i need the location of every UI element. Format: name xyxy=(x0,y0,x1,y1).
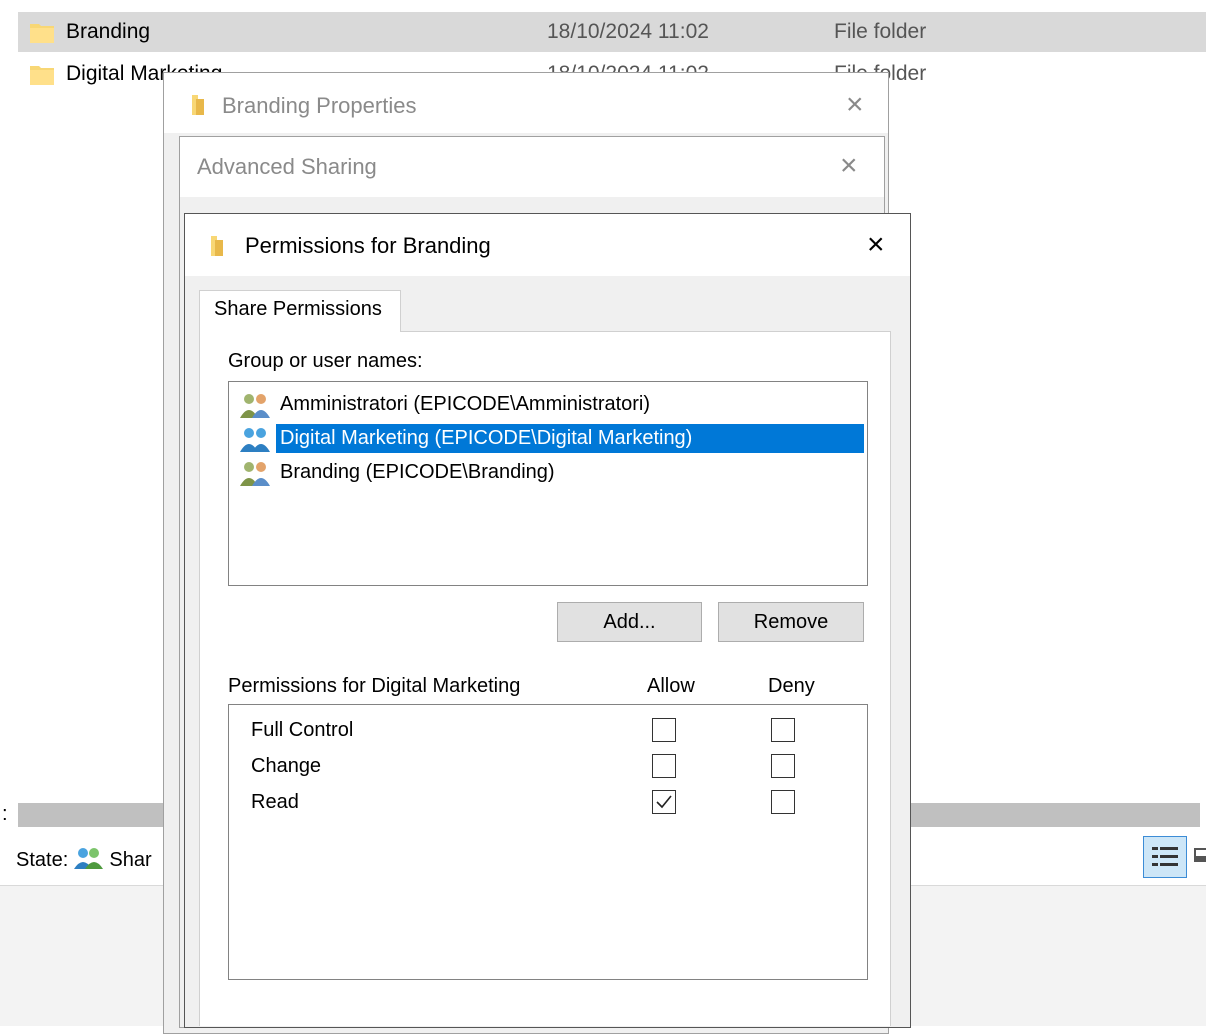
permission-label: Full Control xyxy=(251,719,354,741)
large-icons-view-icon xyxy=(1194,848,1206,862)
permissions-list: Full Control Change Read xyxy=(228,704,868,980)
group-label: Group or user names: xyxy=(228,350,423,372)
user-name: Amministratori (EPICODE\Amministratori) xyxy=(280,393,651,415)
checkmark-icon xyxy=(656,795,672,809)
folder-icon xyxy=(211,236,223,256)
close-button[interactable]: × xyxy=(840,151,858,181)
user-name: Branding (EPICODE\Branding) xyxy=(280,461,555,483)
colon-marker: : xyxy=(2,803,8,825)
status-bar: State: Shar xyxy=(16,847,152,872)
read-deny-checkbox[interactable] xyxy=(771,790,795,814)
details-view-icon xyxy=(1152,847,1178,866)
users-icon xyxy=(240,428,270,452)
change-allow-checkbox[interactable] xyxy=(652,754,676,778)
shared-users-icon xyxy=(73,848,103,869)
file-row-branding[interactable]: Branding 18/10/2024 11:02 File folder xyxy=(18,12,1206,52)
status-value: Shar xyxy=(109,849,152,871)
file-date: 18/10/2024 11:02 xyxy=(547,20,709,43)
add-button[interactable]: Add... xyxy=(557,602,702,642)
scrollbar-right[interactable] xyxy=(908,803,1200,827)
permissions-header: Permissions for Digital Marketing xyxy=(228,675,521,697)
permission-label: Change xyxy=(251,755,322,777)
full-control-allow-checkbox[interactable] xyxy=(652,718,676,742)
full-control-deny-checkbox[interactable] xyxy=(771,718,795,742)
user-name: Digital Marketing (EPICODE\Digital Marke… xyxy=(276,424,864,453)
dialog-title: Advanced Sharing xyxy=(197,154,377,179)
users-icon xyxy=(240,462,270,486)
read-allow-checkbox[interactable] xyxy=(652,790,676,814)
folder-icon xyxy=(30,24,54,43)
dialog-title: Permissions for Branding xyxy=(245,233,491,258)
dialog-title: Branding Properties xyxy=(222,93,417,118)
details-view-button[interactable] xyxy=(1143,836,1187,878)
large-icons-view-button[interactable] xyxy=(1192,842,1206,870)
change-deny-checkbox[interactable] xyxy=(771,754,795,778)
users-listbox[interactable]: Amministratori (EPICODE\Amministratori) … xyxy=(228,381,868,586)
folder-icon xyxy=(30,66,54,85)
deny-header: Deny xyxy=(768,675,815,697)
tab-share-permissions[interactable]: Share Permissions xyxy=(199,290,401,332)
file-name: Branding xyxy=(66,20,151,43)
users-icon xyxy=(240,394,270,418)
close-button[interactable]: × xyxy=(846,90,864,120)
folder-icon xyxy=(192,95,204,115)
status-label: State: xyxy=(16,849,69,871)
permission-label: Read xyxy=(251,791,299,813)
file-type: File folder xyxy=(834,20,927,43)
close-button[interactable]: × xyxy=(867,230,885,260)
scrollbar-left[interactable] xyxy=(18,803,164,827)
allow-header: Allow xyxy=(647,675,695,697)
remove-button[interactable]: Remove xyxy=(718,602,864,642)
